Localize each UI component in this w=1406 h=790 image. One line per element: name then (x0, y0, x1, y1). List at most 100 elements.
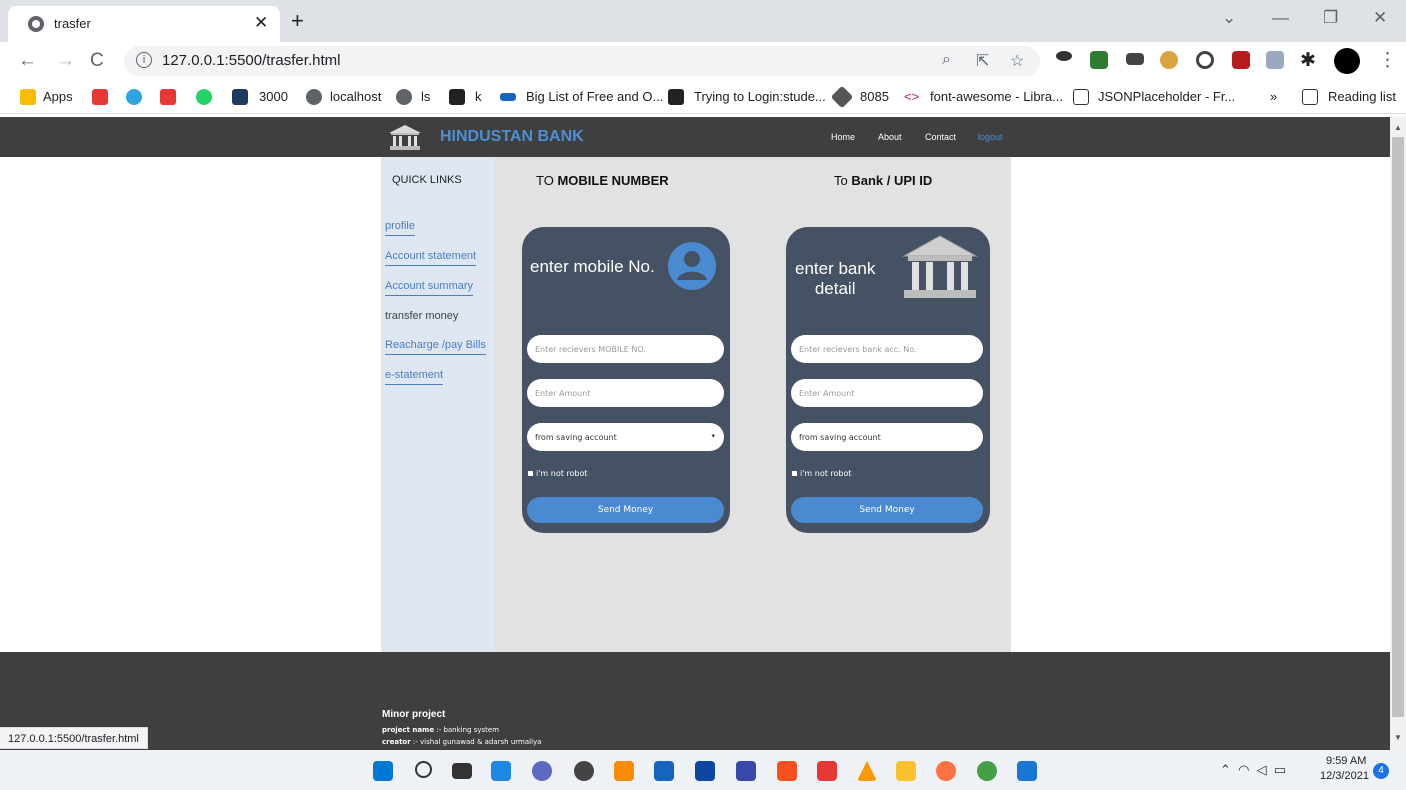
nav-contact[interactable]: Contact (925, 132, 956, 142)
footer-project-name: project name :- banking system (382, 726, 499, 734)
zoom-icon[interactable]: ⌕ (942, 51, 951, 69)
share-icon[interactable]: ⇱ (976, 51, 989, 71)
bookmark-star-icon[interactable]: ☆ (1010, 51, 1024, 71)
bank-account-input[interactable]: Enter recievers bank acc. No. (791, 335, 983, 363)
bookmark-reading-list[interactable]: Reading list (1328, 89, 1396, 104)
bookmark-k[interactable]: k (475, 89, 482, 104)
scrollbar-thumb[interactable] (1392, 137, 1404, 717)
page-viewport: HINDUSTAN BANK Home About Contact logout… (0, 117, 1390, 750)
bank-send-money-button[interactable]: Send Money (791, 497, 983, 523)
sidebar-link-account-statement[interactable]: Account statement (385, 250, 477, 266)
mobile-card-heading: enter mobile No. (530, 257, 655, 276)
menu-kebab-icon[interactable]: ⋮ (1378, 49, 1397, 72)
mobile-amount-input[interactable]: Enter Amount (527, 379, 724, 407)
restore-icon[interactable]: ❐ (1323, 8, 1338, 28)
mobile-account-select[interactable]: from saving account ▾ (527, 423, 724, 451)
profile-avatar-icon[interactable] (1334, 48, 1360, 74)
store-icon[interactable] (654, 761, 674, 781)
extension-shield-icon[interactable] (1266, 51, 1284, 69)
sidebar-link-transfer-money[interactable]: transfer money (385, 310, 458, 325)
extension-ublock-icon[interactable] (1232, 51, 1250, 69)
bookmark-font-awesome[interactable]: font-awesome - Libra... (930, 89, 1063, 104)
bank-heading-line1: enter bank (795, 259, 876, 278)
mobile-number-input[interactable]: Enter recievers MOBILE NO. (527, 335, 724, 363)
extension-block-icon[interactable] (1196, 51, 1214, 69)
bookmark-3000[interactable]: 3000 (259, 89, 288, 104)
firefox-icon[interactable] (936, 761, 956, 781)
youtube-icon[interactable] (92, 89, 108, 105)
whatsapp-icon[interactable] (196, 89, 212, 105)
widgets-icon[interactable] (491, 761, 511, 781)
info-icon[interactable]: i (136, 52, 152, 68)
bookmark-jsonplaceholder[interactable]: JSONPlaceholder - Fr... (1098, 89, 1235, 104)
vscode-icon[interactable] (1017, 761, 1037, 781)
file-explorer-icon[interactable] (896, 761, 916, 781)
bookmark-ls[interactable]: ls (421, 89, 430, 104)
back-icon[interactable]: ← (18, 50, 37, 72)
new-tab-icon[interactable]: + (291, 8, 304, 34)
tab-search-icon[interactable]: ⌄ (1222, 8, 1236, 28)
site-s-icon (449, 89, 465, 105)
page-scrollbar[interactable]: ▲ ▼ (1390, 117, 1406, 750)
wps-icon[interactable] (817, 761, 837, 781)
mobile-robot-checkbox[interactable]: i'm not robot (528, 469, 588, 478)
search-icon[interactable] (415, 761, 432, 778)
globe-icon (28, 16, 44, 32)
app-orange-icon[interactable] (777, 761, 797, 781)
sidebar-link-e-statement[interactable]: e-statement (385, 369, 444, 385)
extension-hat-icon[interactable] (1056, 51, 1072, 61)
address-bar[interactable]: i 127.0.0.1:5500/trasfer.html ⌕ ⇱ ☆ (124, 46, 1040, 76)
scroll-down-arrow-icon[interactable]: ▼ (1394, 733, 1402, 742)
bookmark-apps[interactable]: Apps (43, 89, 73, 104)
nav-logout[interactable]: logout (978, 132, 1003, 142)
chat-icon[interactable] (532, 761, 552, 781)
vlc-icon[interactable] (857, 761, 877, 781)
bank-account-select[interactable]: from saving account (791, 423, 983, 451)
bank-robot-checkbox[interactable]: i'm not robot (792, 469, 852, 478)
extensions-puzzle-icon[interactable]: ✱ (1300, 49, 1316, 72)
close-tab-icon[interactable]: ✕ (254, 13, 268, 33)
nav-about[interactable]: About (878, 132, 902, 142)
extension-cookie-icon[interactable] (1160, 51, 1178, 69)
forward-icon[interactable]: → (56, 50, 75, 72)
chrome-icon[interactable] (977, 761, 997, 781)
checkbox-icon[interactable] (528, 471, 533, 476)
youtube-icon[interactable] (160, 89, 176, 105)
bookmark-big-list[interactable]: Big List of Free and O... (526, 89, 663, 104)
mobile-send-money-button[interactable]: Send Money (527, 497, 724, 523)
quick-links-title: QUICK LINKS (392, 174, 462, 186)
more-bookmarks-chevron[interactable]: » (1270, 89, 1277, 104)
clock-date[interactable]: 12/3/2021 (1320, 770, 1369, 782)
minimize-icon[interactable]: — (1272, 8, 1289, 28)
bank-amount-input[interactable]: Enter Amount (791, 379, 983, 407)
browser-tab[interactable]: trasfer ✕ (8, 6, 280, 42)
extension-glasses-icon[interactable] (1126, 53, 1144, 65)
clock-time[interactable]: 9:59 AM (1326, 755, 1366, 767)
bookmark-8085[interactable]: 8085 (860, 89, 889, 104)
close-window-icon[interactable]: ✕ (1373, 8, 1387, 28)
sidebar-link-recharge[interactable]: Reacharge /pay Bills (385, 339, 486, 355)
app-icon[interactable] (574, 761, 594, 781)
bookmark-trying-to-login[interactable]: Trying to Login:stude... (694, 89, 826, 104)
bookmark-localhost[interactable]: localhost (330, 89, 381, 104)
nav-home[interactable]: Home (831, 132, 855, 142)
brand-name[interactable]: HINDUSTAN BANK (440, 128, 584, 146)
xampp-icon[interactable] (614, 761, 634, 781)
mobile-robot-label: i'm not robot (536, 469, 588, 478)
reload-icon[interactable]: C (90, 50, 104, 72)
mail-icon[interactable] (695, 761, 715, 781)
mobile-section-title: TO MOBILE NUMBER (536, 173, 669, 188)
extension-percent-icon[interactable] (1090, 51, 1108, 69)
task-view-icon[interactable] (452, 763, 472, 779)
sidebar-link-account-summary[interactable]: Account summary (385, 280, 474, 296)
footer-creator: creator :- vishal gunawad & adarsh urmal… (382, 738, 541, 746)
checkbox-icon[interactable] (792, 471, 797, 476)
reading-list-icon (1302, 89, 1318, 105)
telegram-icon[interactable] (126, 89, 142, 105)
notification-badge[interactable]: 4 (1373, 763, 1389, 779)
start-windows-icon[interactable] (373, 761, 393, 781)
scroll-up-arrow-icon[interactable]: ▲ (1394, 123, 1402, 132)
sidebar-link-profile[interactable]: profile (385, 220, 415, 236)
editor-icon[interactable] (736, 761, 756, 781)
system-tray-icons[interactable]: ⌃ ◠ ◁ ▭ (1220, 762, 1286, 778)
